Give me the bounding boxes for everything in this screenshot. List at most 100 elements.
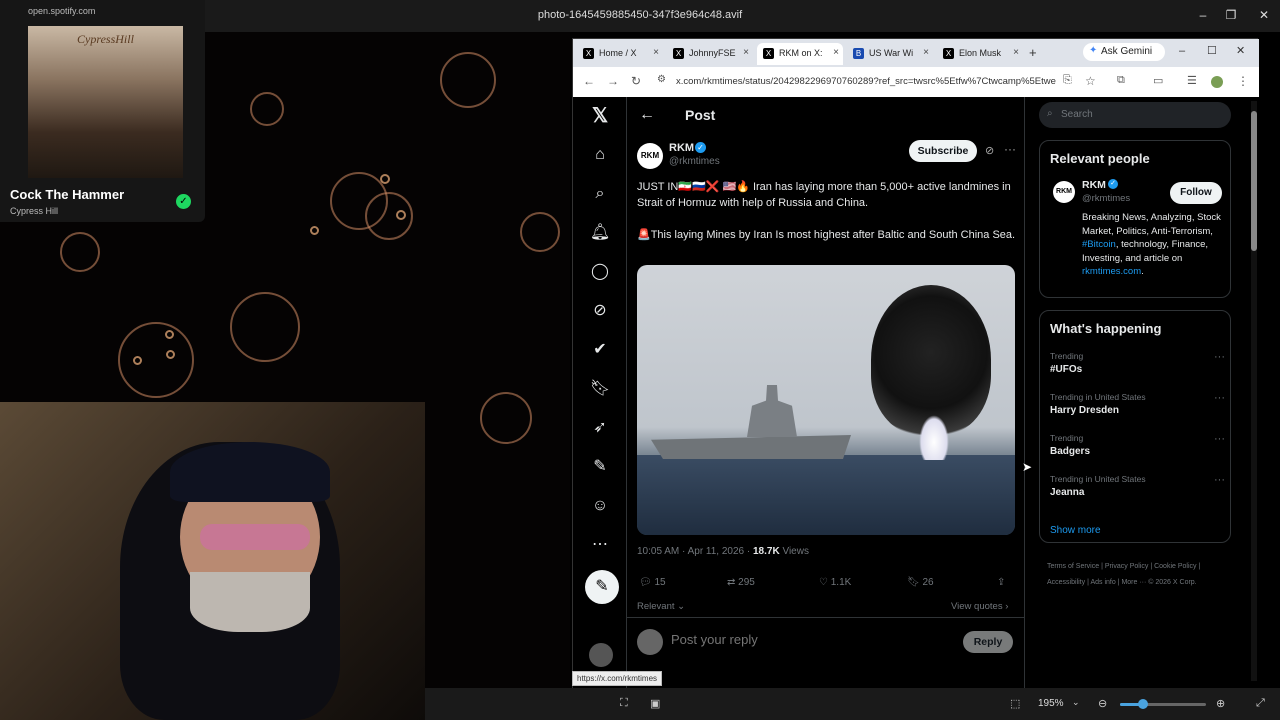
spotify-miniplayer[interactable]: open.spotify.com CypressHill Cock The Ha… — [0, 0, 205, 222]
bookmark-action[interactable]: 🔖︎ 26 — [907, 577, 934, 588]
actual-size-icon[interactable]: ▣ — [650, 697, 660, 710]
search-input[interactable]: ⌕ Search — [1039, 102, 1231, 128]
author-avatar[interactable]: RKM — [637, 143, 663, 169]
person-handle[interactable]: @rkmtimes — [1082, 193, 1130, 204]
trend-item[interactable]: Trending #UFOs ··· — [1050, 351, 1225, 375]
jobs-rocket-icon[interactable]: ➶ — [587, 415, 613, 441]
reply-sort-dropdown[interactable]: Relevant ⌄ — [637, 601, 685, 612]
close-tab-icon[interactable]: × — [1013, 47, 1019, 58]
check-circle-icon[interactable]: ✓ — [176, 194, 191, 209]
back-arrow-icon[interactable]: ← — [639, 106, 655, 124]
verified-orgs-icon[interactable]: ✔ — [587, 337, 613, 363]
notifications-bell-icon[interactable]: 🔔︎ — [587, 220, 613, 246]
zoom-in-icon[interactable]: ⊕ — [1216, 697, 1225, 710]
close-tab-icon[interactable]: × — [833, 47, 839, 58]
tab-elon-musk[interactable]: X Elon Musk × — [937, 43, 1023, 65]
menu-dots-icon[interactable]: ⋮ — [1237, 74, 1249, 88]
view-quotes-link[interactable]: View quotes › — [951, 601, 1008, 612]
bio-hashtag-link[interactable]: #Bitcoin — [1082, 239, 1116, 250]
like-action[interactable]: ♡ 1.1K — [819, 577, 851, 588]
page-title: Post — [685, 107, 716, 123]
grok-icon[interactable]: ⊘ — [587, 298, 613, 324]
tab-us-war[interactable]: B US War Wi × — [847, 43, 933, 65]
compose-post-button[interactable]: ✎ — [585, 570, 619, 604]
more-options-icon[interactable]: ··· — [1004, 142, 1016, 156]
home-icon[interactable]: ⌂ — [587, 142, 613, 168]
close-icon[interactable]: ✕ — [1255, 8, 1273, 22]
action-bar: 💬︎ 15 ⇄ 295 ♡ 1.1K 🔖︎ 26 ⇪ — [637, 577, 1017, 593]
artist-name[interactable]: Cypress Hill — [10, 206, 58, 216]
reply-button[interactable]: Reply — [963, 631, 1013, 653]
more-options-icon[interactable]: ··· — [1214, 392, 1225, 404]
trend-item[interactable]: Trending Badgers ··· — [1050, 433, 1225, 457]
song-title[interactable]: Cock The Hammer — [10, 187, 124, 202]
zoom-out-icon[interactable]: ⊖ — [1098, 697, 1107, 710]
maximize-icon[interactable]: ❐ — [1222, 8, 1240, 22]
more-options-icon[interactable]: ··· — [1214, 433, 1225, 445]
close-tab-icon[interactable]: × — [743, 47, 749, 58]
more-options-icon[interactable]: ··· — [1214, 351, 1225, 363]
forward-arrow-icon[interactable]: → — [607, 74, 619, 88]
share-icon[interactable]: ⇪ — [997, 577, 1005, 588]
profile-avatar[interactable] — [1211, 76, 1223, 88]
close-icon[interactable]: ✕ — [1236, 44, 1245, 57]
trend-item[interactable]: Trending in United States Harry Dresden ··… — [1050, 392, 1225, 416]
post-image[interactable] — [637, 265, 1015, 535]
chevron-down-icon[interactable]: ⌄ — [1072, 697, 1080, 708]
tab-johnnyfse[interactable]: X JohnnyFSE × — [667, 43, 753, 65]
author-handle[interactable]: @rkmtimes — [669, 156, 720, 167]
zoom-level[interactable]: 195% — [1038, 698, 1064, 709]
playlist-icon[interactable]: ☰ — [1187, 74, 1197, 87]
tab-rkm-on-x[interactable]: X RKM on X: × — [757, 43, 843, 65]
bookmark-icon[interactable]: 🔖︎ — [587, 376, 613, 402]
trend-item[interactable]: Trending in United States Jeanna ··· — [1050, 474, 1225, 498]
views-label: Views — [779, 546, 809, 557]
profile-icon[interactable]: ☺ — [587, 493, 613, 519]
author-name[interactable]: RKM — [669, 142, 694, 154]
install-icon[interactable]: ⎘ — [1063, 74, 1072, 87]
new-tab-icon[interactable]: + — [1029, 45, 1037, 60]
reload-icon[interactable]: ↻ — [631, 74, 641, 88]
maximize-icon[interactable]: ☐ — [1207, 44, 1217, 57]
bookmark-star-icon[interactable]: ☆ — [1085, 74, 1096, 88]
person-name[interactable]: RKM — [1082, 179, 1106, 191]
fullscreen-icon[interactable]: ⤢ — [1256, 697, 1265, 710]
x-logo-icon[interactable]: 𝕏 — [587, 103, 613, 129]
tab-home-x[interactable]: X Home / X × — [577, 43, 663, 65]
bookmark-icon: 🔖︎ — [907, 577, 920, 588]
more-options-icon[interactable]: ··· — [1214, 474, 1225, 486]
more-icon[interactable]: ⋯ — [587, 532, 613, 558]
extensions-icon[interactable]: ⧉ — [1117, 74, 1125, 87]
trend-topic: Harry Dresden — [1050, 405, 1119, 416]
crop-icon[interactable]: ⬚ — [1010, 697, 1020, 710]
sea — [637, 455, 1015, 535]
ask-gemini-button[interactable]: ✦ Ask Gemini — [1083, 43, 1165, 61]
person-avatar[interactable]: RKM — [1053, 181, 1075, 203]
minimize-icon[interactable]: – — [1179, 45, 1185, 57]
minimize-icon[interactable]: – — [1194, 8, 1212, 22]
articles-icon[interactable]: ✎ — [587, 454, 613, 480]
grok-icon[interactable]: ⊘ — [985, 144, 994, 157]
view-quotes-label: View quotes — [951, 601, 1003, 612]
reply-action[interactable]: 💬︎ 15 — [639, 577, 666, 588]
scrollbar-thumb[interactable] — [1251, 111, 1257, 251]
bio-text: Breaking News, Analyzing, Stock Market, … — [1082, 212, 1221, 237]
post-timestamp[interactable]: 10:05 AM · Apr 11, 2026 · — [637, 546, 753, 557]
fit-to-window-icon[interactable]: ⛶ — [620, 697, 628, 710]
footer-links[interactable]: Terms of Service | Privacy Policy | Cook… — [1047, 559, 1227, 591]
account-avatar[interactable] — [589, 643, 613, 667]
back-arrow-icon[interactable]: ← — [583, 74, 595, 88]
bio-website-link[interactable]: rkmtimes.com — [1082, 266, 1141, 277]
site-info-icon[interactable]: ⚙ — [657, 74, 666, 85]
url-field[interactable]: x.com/rkmtimes/status/204298229697076028… — [676, 76, 1056, 87]
show-more-link[interactable]: Show more — [1050, 525, 1101, 536]
search-icon[interactable]: ⌕ — [587, 181, 613, 207]
split-view-icon[interactable]: ▭ — [1153, 74, 1163, 87]
close-tab-icon[interactable]: × — [923, 47, 929, 58]
chat-icon[interactable]: ◯ — [587, 259, 613, 285]
follow-button[interactable]: Follow — [1170, 182, 1222, 204]
subscribe-button[interactable]: Subscribe — [909, 140, 977, 162]
reply-input[interactable] — [671, 632, 891, 647]
close-tab-icon[interactable]: × — [653, 47, 659, 58]
repost-action[interactable]: ⇄ 295 — [727, 577, 755, 588]
